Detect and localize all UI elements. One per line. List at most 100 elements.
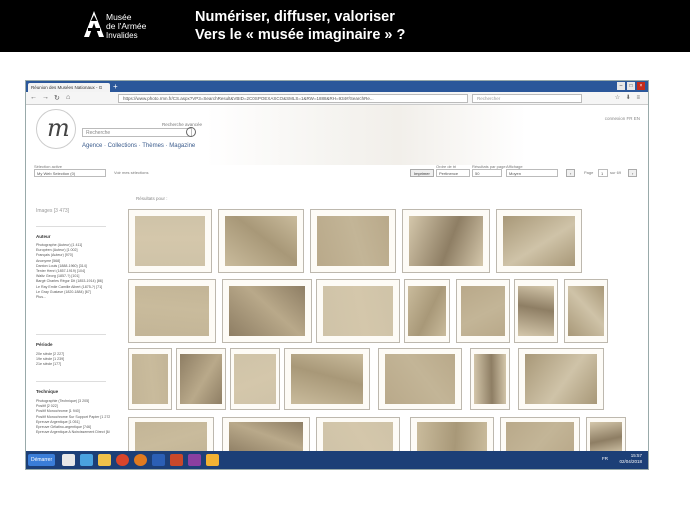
photo-thumbnail[interactable] [456,279,510,343]
photo-image [409,215,483,267]
reload-icon[interactable]: ↻ [54,94,60,102]
app-icon[interactable] [188,454,201,466]
order-select[interactable]: Pertinence [436,169,470,177]
photo-image [316,215,390,267]
photo-image [473,354,507,404]
facet-item[interactable]: 21e siècle [177] [36,362,110,367]
photo-thumbnail[interactable] [564,279,608,343]
photo-thumbnail[interactable] [218,209,304,273]
photo-thumbnail[interactable] [496,209,582,273]
photo-image [524,354,598,404]
photo-thumbnail[interactable] [176,348,226,410]
photo-image [134,215,206,267]
facet-period-title: Période [36,342,53,347]
rmn-logo-glyph: m [47,114,70,142]
language-indicator[interactable]: FR [602,456,608,461]
photo-image [234,354,276,404]
site-nav[interactable]: Agence · Collections · Thèmes · Magazine [82,143,195,149]
home-icon[interactable]: ⌂ [66,94,70,101]
site-search-input[interactable]: Recherche [82,128,192,137]
photo-image [589,421,623,455]
start-button[interactable]: Démarrer [28,454,56,466]
photo-image [502,215,576,267]
chrome-icon[interactable] [116,454,129,466]
facet-item[interactable]: Bargé Charles Régor Dit (1853-1914) [86] [36,279,110,284]
close-icon[interactable]: × [637,82,645,90]
header-banner-image [206,105,526,165]
photo-thumbnail[interactable] [316,279,400,343]
folder-icon[interactable] [98,454,111,466]
divider [36,334,106,335]
slide-header: Musée de l'Armée Invalides Numériser, di… [0,0,690,52]
advanced-search-link[interactable]: Recherche avancée [162,122,202,127]
app-icon[interactable] [62,454,75,466]
forward-icon[interactable]: → [42,94,49,101]
powerpoint-icon[interactable] [170,454,183,466]
facet-more-link[interactable]: Plus... [36,295,110,300]
facet-author-list: Photographe (Auteur) [1 411] Européen (A… [36,243,110,300]
slide-title-line-1: Numériser, diffuser, valoriser [195,9,395,25]
photo-image [180,354,222,404]
photo-thumbnail[interactable] [514,279,558,343]
facet-technique-title: Technique [36,389,59,394]
facet-item[interactable]: Epreuve Argentique A Noircissement Direc… [36,430,110,435]
top-right-links[interactable]: connexion FR EN [605,116,640,121]
photo-thumbnail[interactable] [128,348,172,410]
selection-select[interactable]: My Web Selection (0) [34,169,106,177]
photo-image [416,421,488,455]
photo-thumbnail[interactable] [518,348,604,410]
photo-thumbnail[interactable] [230,348,280,410]
prev-page-button[interactable]: ‹ [566,169,576,177]
system-clock[interactable]: 15:57 02/04/2018 [619,453,642,465]
browser-window: Réunion des Musées Nationaux - G + – □ ×… [25,80,649,470]
photo-thumbnail[interactable] [402,209,490,273]
photo-image [229,285,305,337]
photo-image [135,285,209,337]
photo-image [517,285,555,337]
logo-line-3: Invalides [106,31,138,40]
app-icon[interactable] [80,454,93,466]
browser-search-input[interactable]: Rechercher [472,94,582,103]
url-bar[interactable]: https://www.photo.rmn.fr/CS.aspx?VP3=Sea… [118,94,468,103]
photo-image [322,285,394,337]
photo-thumbnail[interactable] [470,348,510,410]
photo-thumbnail[interactable] [310,209,396,273]
new-tab-icon[interactable]: + [113,82,118,91]
photo-thumbnail[interactable] [128,209,212,273]
divider [36,226,106,227]
per-page-select[interactable]: 50 [472,169,502,177]
photo-thumbnail[interactable] [222,279,312,343]
photo-thumbnail[interactable] [404,279,450,343]
rmn-logo[interactable]: m [36,109,76,149]
browser-menu-icons[interactable]: ☆ ⬇ ≡ [615,94,642,101]
back-icon[interactable]: ← [30,94,37,101]
photo-image [322,421,394,455]
browser-tab[interactable]: Réunion des Musées Nationaux - G [28,83,110,92]
photo-thumbnail[interactable] [128,279,216,343]
photo-image [224,215,298,267]
photo-thumbnail[interactable] [284,348,370,410]
musee-armee-logo-icon [84,11,104,37]
maximize-icon[interactable]: □ [627,82,635,90]
photo-image [134,421,208,455]
page-input[interactable]: 1 [598,169,608,177]
firefox-icon[interactable] [134,454,147,466]
minimize-icon[interactable]: – [617,82,625,90]
photo-image [131,354,169,404]
next-page-button[interactable]: › [628,169,638,177]
photo-thumbnail[interactable] [378,348,462,410]
print-button[interactable]: Imprimer [410,169,434,177]
word-icon[interactable] [152,454,165,466]
photo-image [384,354,456,404]
slide-title: Numériser, diffuser, valoriser Vers le «… [195,8,405,44]
search-icon[interactable] [186,127,196,137]
page-total: sur 69 [610,170,622,175]
photo-image [290,354,364,404]
display-select[interactable]: Moyen [506,169,558,177]
images-count[interactable]: Images [3 473] [36,208,69,214]
photo-image [506,421,574,455]
app-icon[interactable] [206,454,219,466]
browser-titlebar: Réunion des Musées Nationaux - G + – □ × [26,81,648,92]
divider [36,381,106,382]
see-selections-link[interactable]: Voir mes sélections [114,170,148,175]
